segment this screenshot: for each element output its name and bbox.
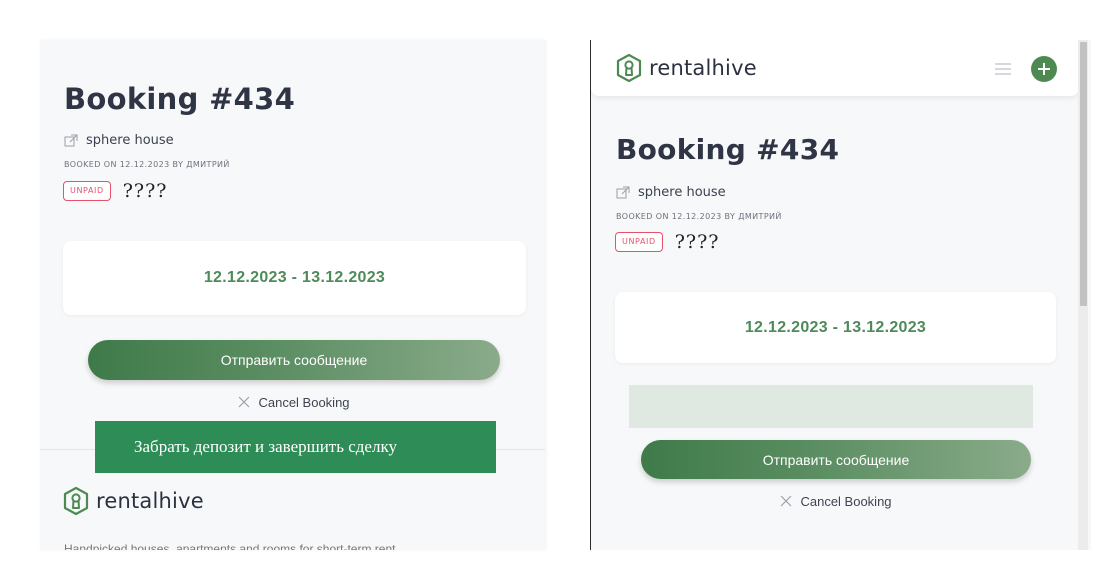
date-range: 12.12.2023 - 13.12.2023 [203,269,386,286]
top-header: rentalhive [591,40,1079,96]
send-message-button[interactable]: Отправить сообщение [88,340,500,380]
close-icon [239,396,250,408]
external-link-icon [616,186,630,198]
rentalhive-logo-icon [616,53,642,83]
header-logo[interactable]: rentalhive [616,53,757,83]
close-icon [781,495,792,507]
send-message-button[interactable]: Отправить сообщение [641,440,1031,479]
status-row: UNPAID ???? [63,180,168,202]
unpaid-badge: UNPAID [63,181,111,201]
cancel-booking-link[interactable]: Cancel Booking [641,492,1031,510]
plus-icon [1038,63,1050,75]
date-range: 12.12.2023 - 13.12.2023 [744,318,927,336]
external-link-icon [64,134,78,146]
property-link[interactable]: sphere house [616,185,726,200]
rentalhive-logo-icon [63,486,89,516]
logo-text: rentalhive [649,56,757,80]
cancel-booking-label: Cancel Booking [800,493,892,509]
status-extra-text: ???? [122,180,168,202]
left-booking-panel: Booking #434 sphere house BOOKED ON 12.1… [40,40,545,550]
date-range-card: 12.12.2023 - 13.12.2023 [615,292,1056,363]
property-link[interactable]: sphere house [64,133,174,148]
scrollbar-thumb[interactable] [1080,42,1087,306]
footer-tagline: Handpicked houses, apartments and rooms … [64,542,396,550]
take-deposit-button[interactable]: Забрать депозит и завершить сделку [95,421,496,473]
unpaid-badge: UNPAID [615,232,663,252]
cancel-booking-link[interactable]: Cancel Booking [88,393,500,411]
booking-title: Booking #434 [616,133,840,166]
hamburger-menu-icon[interactable] [995,63,1011,75]
property-name: sphere house [86,133,174,148]
overlay-highlight-bar [629,385,1033,428]
date-range-card: 12.12.2023 - 13.12.2023 [63,241,526,315]
property-name: sphere house [638,185,726,200]
booked-on-text: BOOKED ON 12.12.2023 BY ДМИТРИЙ [616,212,782,221]
cancel-booking-label: Cancel Booking [258,394,350,410]
booking-title: Booking #434 [64,82,296,116]
logo-text: rentalhive [96,489,204,513]
right-booking-panel: rentalhive Booking #434 sphere house BOO… [590,40,1091,550]
status-row: UNPAID ???? [615,231,720,253]
footer-logo[interactable]: rentalhive [63,486,204,516]
status-extra-text: ???? [674,231,720,253]
booked-on-text: BOOKED ON 12.12.2023 BY ДМИТРИЙ [64,160,230,169]
add-button[interactable] [1031,56,1057,82]
